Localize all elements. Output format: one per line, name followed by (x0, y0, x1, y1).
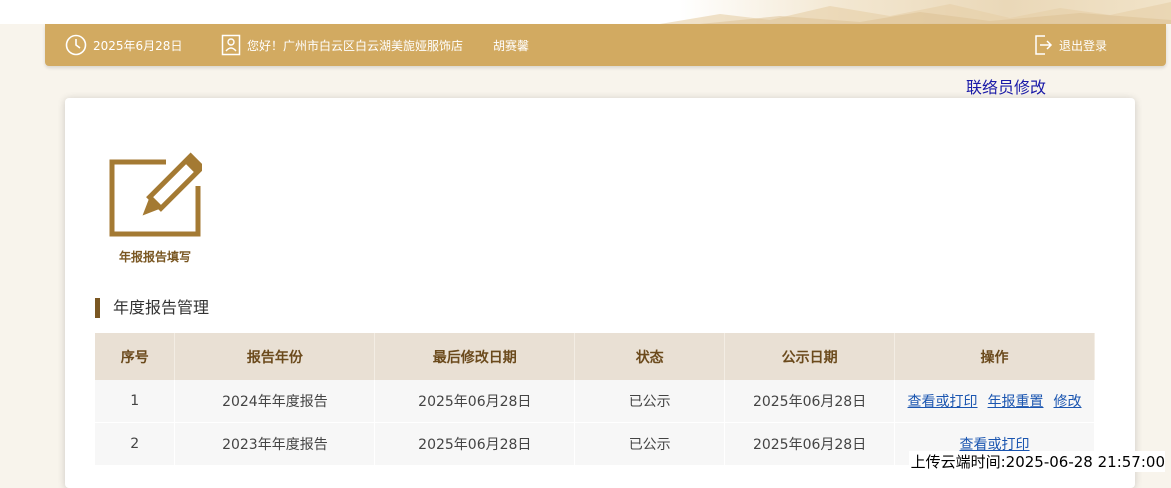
col-header-modified: 最后修改日期 (374, 333, 576, 380)
report-reset-link[interactable]: 年报重置 (988, 394, 1044, 410)
report-fill-entry[interactable]: 年报报告填写 (105, 150, 206, 265)
logout-icon (1033, 34, 1053, 56)
top-header-bar: 2025年6月28日 您好！广州市白云区白云湖美旎娅服饰店 胡赛馨 退出登录 (45, 24, 1166, 66)
annual-report-card: 年报报告填写 年度报告管理 序号 报告年份 最后修改日期 状态 公示日期 操作 … (65, 98, 1135, 488)
edit-pencil-icon (109, 152, 206, 237)
row-no: 2 (95, 422, 176, 466)
col-header-no: 序号 (95, 333, 176, 380)
row-status: 已公示 (574, 422, 726, 466)
clock-icon (65, 34, 87, 56)
header-greeting-text: 您好！广州市白云区白云湖美旎娅服饰店 (247, 38, 464, 53)
edit-link[interactable]: 修改 (1054, 394, 1082, 410)
row-year: 2024年年度报告 (174, 380, 376, 423)
person-id-icon (221, 34, 241, 56)
row-modified-date: 2025年06月28日 (374, 422, 576, 466)
row-published-date: 2025年06月28日 (724, 422, 896, 466)
header-date-text: 2025年6月28日 (93, 38, 183, 53)
mountain-decor (660, 2, 1171, 24)
col-header-status: 状态 (574, 333, 726, 380)
row-no: 1 (95, 380, 176, 423)
row-year: 2023年年度报告 (174, 422, 376, 466)
table-header-row: 序号 报告年份 最后修改日期 状态 公示日期 操作 (95, 333, 1095, 380)
logout-label: 退出登录 (1059, 38, 1108, 53)
col-header-published: 公示日期 (724, 333, 896, 380)
upload-time-label: 上传云端时间:2025-06-28 21:57:00 (908, 451, 1165, 472)
col-header-actions: 操作 (894, 333, 1095, 380)
view-print-link[interactable]: 查看或打印 (908, 394, 978, 410)
row-status: 已公示 (574, 380, 726, 423)
header-greeting: 您好！广州市白云区白云湖美旎娅服饰店 (221, 24, 463, 66)
header-date: 2025年6月28日 (65, 24, 182, 66)
header-user-name: 胡赛馨 (493, 38, 530, 53)
contact-edit-link[interactable]: 联络员修改 (966, 74, 1046, 98)
logout-button[interactable]: 退出登录 (1033, 24, 1107, 66)
top-decor-strip (0, 0, 1171, 24)
table-row: 1 2024年年度报告 2025年06月28日 已公示 2025年06月28日 … (95, 380, 1095, 423)
row-published-date: 2025年06月28日 (724, 380, 896, 423)
report-fill-label: 年报报告填写 (118, 250, 191, 264)
row-modified-date: 2025年06月28日 (374, 380, 576, 423)
col-header-year: 报告年份 (174, 333, 376, 380)
row-actions: 查看或打印 年报重置 修改 (894, 380, 1095, 423)
section-title: 年度报告管理 (95, 298, 209, 318)
report-table: 序号 报告年份 最后修改日期 状态 公示日期 操作 1 2024年年度报告 20… (95, 333, 1095, 466)
